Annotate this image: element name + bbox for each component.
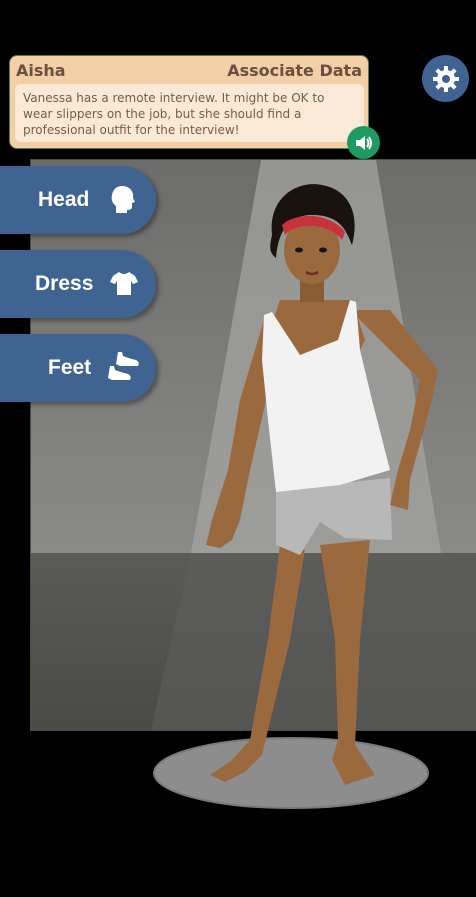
head-icon (111, 186, 135, 213)
shirt-icon (110, 272, 138, 295)
floor-platform (153, 737, 429, 809)
speaker-icon (355, 135, 372, 150)
category-dress-label: Dress (35, 272, 94, 295)
shoes-icon (108, 352, 139, 380)
category-dress-button[interactable]: Dress (0, 250, 156, 318)
audio-button[interactable] (347, 126, 380, 159)
gear-icon (432, 65, 459, 92)
category-feet-button[interactable]: Feet (0, 334, 156, 402)
speaker-name: Aisha (16, 61, 66, 80)
category-feet-label: Feet (48, 356, 92, 379)
dialog-message: Vanessa has a remote interview. It might… (15, 84, 364, 142)
settings-button[interactable] (422, 55, 469, 102)
category-head-label: Head (38, 188, 90, 211)
character-avatar (206, 184, 438, 785)
dialog-box: Aisha Associate Data Vanessa has a remot… (9, 55, 369, 149)
speaker-role: Associate Data (227, 61, 362, 80)
category-head-button[interactable]: Head (0, 166, 156, 234)
